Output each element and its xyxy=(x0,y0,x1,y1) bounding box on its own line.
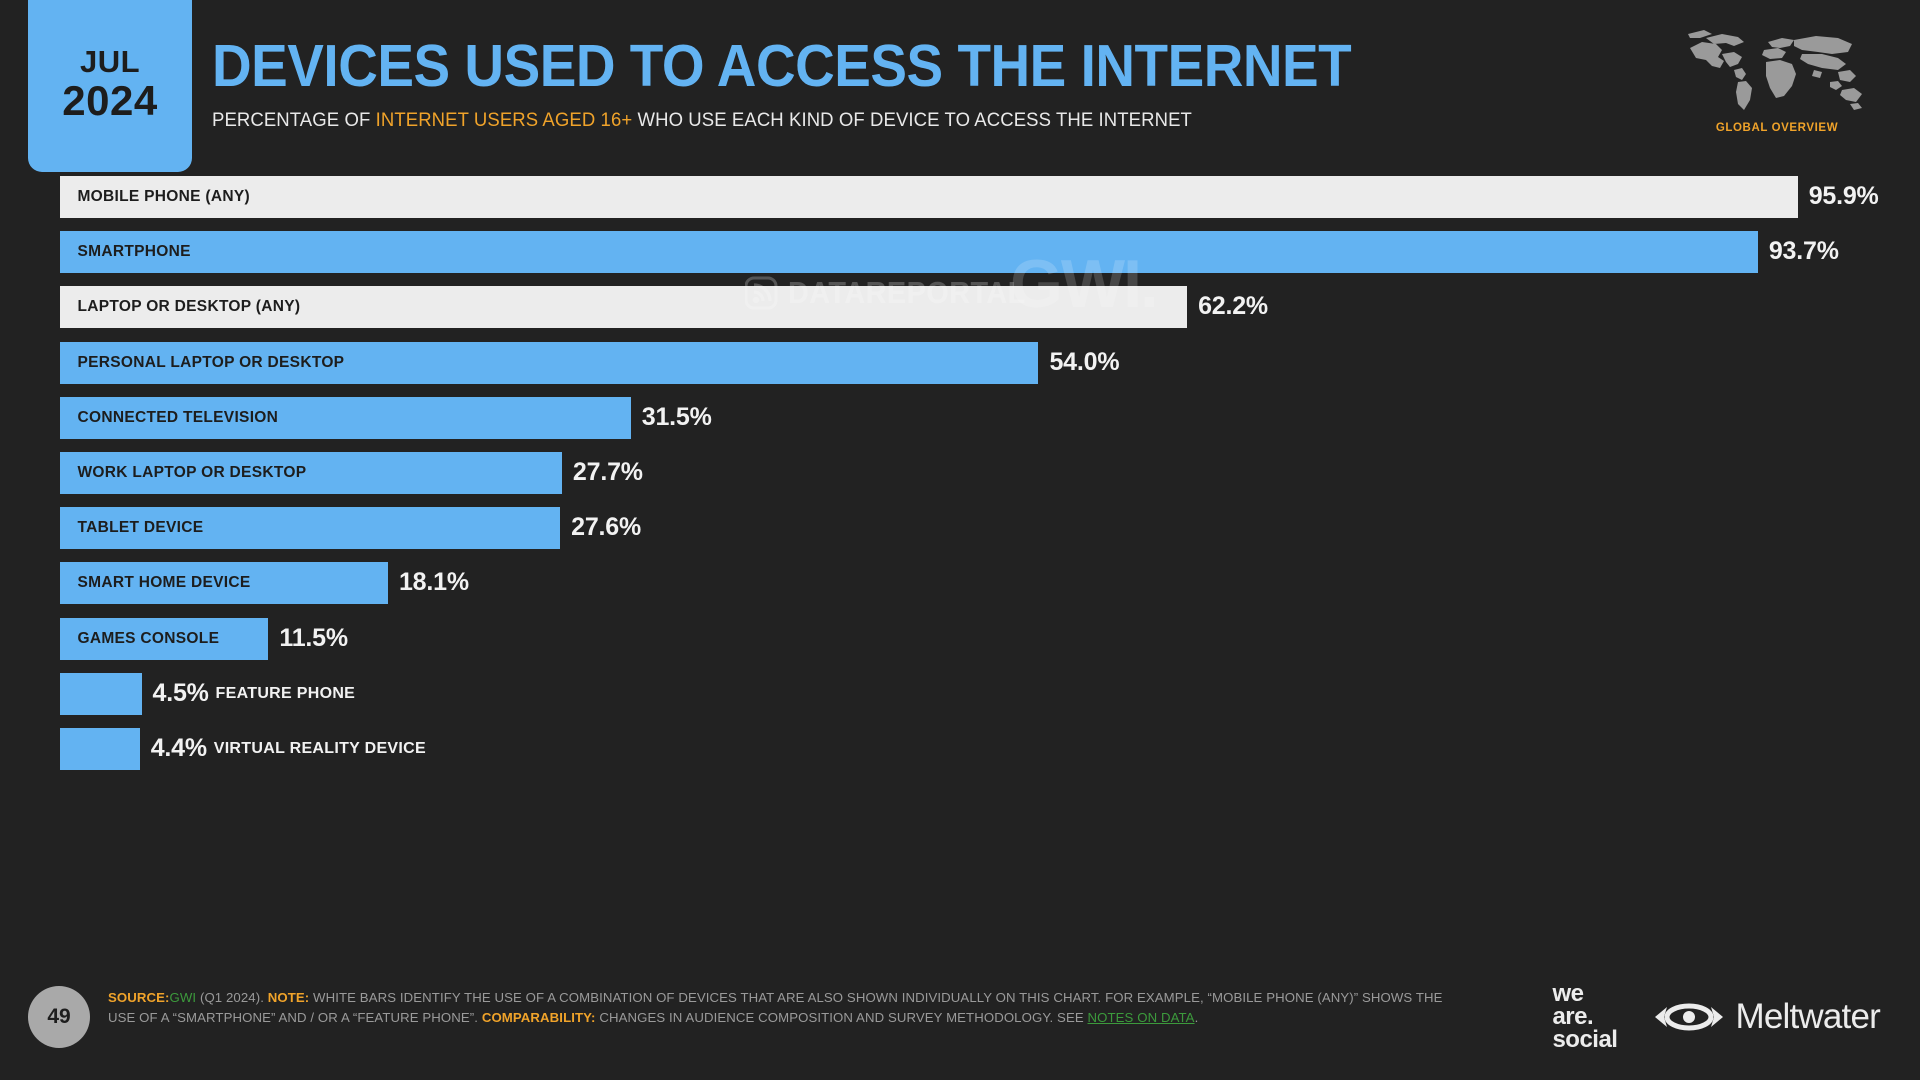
subtitle-pre: PERCENTAGE OF xyxy=(212,109,376,131)
bar-row: 4.4% VIRTUAL REALITY DEVICE xyxy=(60,728,1890,770)
page-title: DEVICES USED TO ACCESS THE INTERNET xyxy=(212,33,1352,99)
bar-value-label: 31.5% xyxy=(641,402,712,431)
was-line-2: are. xyxy=(1552,1003,1594,1030)
page-subtitle: PERCENTAGE OF INTERNET USERS AGED 16+ WH… xyxy=(212,109,1376,132)
bar-category-label: MOBILE PHONE (ANY) xyxy=(77,188,250,205)
bar-category-label: LAPTOP OR DESKTOP (ANY) xyxy=(77,298,301,316)
bar-row: GAMES CONSOLE 11.5% xyxy=(60,617,1890,660)
bar[interactable]: SMART HOME DEVICE xyxy=(60,562,388,605)
bar[interactable] xyxy=(60,672,142,715)
footer: 49 SOURCE:GWI (Q1 2024). NOTE: WHITE BAR… xyxy=(0,968,1920,1080)
bar[interactable]: GAMES CONSOLE xyxy=(60,617,269,660)
bar-value-label: 93.7% xyxy=(1768,237,1839,266)
bar-value-label: 4.4% xyxy=(150,733,207,762)
bar-category-label: VIRTUAL REALITY DEVICE xyxy=(213,740,426,757)
region-label: GLOBAL OVERVIEW xyxy=(1715,122,1839,134)
bar-category-label: TABLET DEVICE xyxy=(77,519,204,537)
page-number-badge: 49 xyxy=(28,986,90,1048)
bar-row: SMART HOME DEVICE 18.1% xyxy=(60,562,1890,605)
bar-value-label: 95.9% xyxy=(1808,181,1879,210)
bar-category-label: SMART HOME DEVICE xyxy=(77,574,251,592)
bar-value-label: 18.1% xyxy=(398,568,469,597)
note-label: NOTE: xyxy=(267,990,310,1005)
bar-category-label: PERSONAL LAPTOP OR DESKTOP xyxy=(77,353,345,371)
bar[interactable]: PERSONAL LAPTOP OR DESKTOP xyxy=(60,341,1039,384)
bar-row: WORK LAPTOP OR DESKTOP 27.7% xyxy=(60,452,1890,494)
title-block: DEVICES USED TO ACCESS THE INTERNET PERC… xyxy=(212,36,1437,132)
logos: we are. social Meltwater xyxy=(1552,980,1881,1053)
bar[interactable]: TABLET DEVICE xyxy=(60,507,561,550)
footnote-trailing: . xyxy=(1194,1010,1199,1025)
bar-category-label: FEATURE PHONE xyxy=(215,684,356,702)
bar-value-label: 4.5% xyxy=(152,678,209,707)
bar-category-label: CONNECTED TELEVISION xyxy=(77,408,279,426)
source-name[interactable]: GWI xyxy=(170,990,197,1005)
bar-value-label: 27.6% xyxy=(571,513,641,542)
bar[interactable]: WORK LAPTOP OR DESKTOP xyxy=(60,452,562,494)
source-detail: (Q1 2024). xyxy=(196,990,268,1005)
bar[interactable]: SMARTPHONE xyxy=(60,231,1758,274)
bar-category-label: SMARTPHONE xyxy=(77,243,191,261)
meltwater-eye-icon xyxy=(1655,1003,1724,1030)
world-map-icon xyxy=(1688,30,1862,110)
was-line-1: we xyxy=(1552,980,1584,1007)
header: JUL 2024 DEVICES USED TO ACCESS THE INTE… xyxy=(0,0,1920,176)
bar-row: TABLET DEVICE 27.6% xyxy=(60,507,1890,550)
subtitle-post: WHO USE EACH KIND OF DEVICE TO ACCESS TH… xyxy=(632,109,1192,131)
bar-row: CONNECTED TELEVISION 31.5% xyxy=(60,396,1890,439)
was-line-3: social xyxy=(1552,1026,1618,1053)
source-label: SOURCE: xyxy=(108,990,170,1005)
bar-row: SMARTPHONE 93.7% xyxy=(60,231,1890,274)
date-year: 2024 xyxy=(62,77,158,124)
bar[interactable]: MOBILE PHONE (ANY) xyxy=(60,176,1798,218)
bar-row: PERSONAL LAPTOP OR DESKTOP 54.0% xyxy=(60,341,1890,384)
date-badge: JUL 2024 xyxy=(28,0,192,172)
meltwater-logo: Meltwater xyxy=(1651,996,1881,1037)
subtitle-highlight: INTERNET USERS AGED 16+ xyxy=(375,109,633,131)
footnote: SOURCE:GWI (Q1 2024). NOTE: WHITE BARS I… xyxy=(108,988,1468,1028)
bar-value-label: 62.2% xyxy=(1198,292,1268,321)
bar-value-label: 11.5% xyxy=(279,623,348,652)
bar-chart: MOBILE PHONE (ANY) 95.9% SMARTPHONE 93.7% LA… xyxy=(0,176,1920,966)
we-are-social-logo: we are. social xyxy=(1552,980,1618,1053)
comparability-label: COMPARABILITY: xyxy=(481,1010,596,1025)
bar-row: MOBILE PHONE (ANY) 95.9% xyxy=(60,176,1890,218)
bar[interactable]: CONNECTED TELEVISION xyxy=(60,396,631,439)
bar-category-label: WORK LAPTOP OR DESKTOP xyxy=(77,464,307,481)
bar-value-label: 54.0% xyxy=(1049,347,1120,376)
notes-on-data-link[interactable]: NOTES ON DATA xyxy=(1088,1010,1195,1025)
bar-row: 4.5% FEATURE PHONE xyxy=(60,672,1890,715)
bar-category-label: GAMES CONSOLE xyxy=(77,629,220,647)
date-month: JUL xyxy=(79,44,141,79)
bar[interactable] xyxy=(60,728,140,770)
meltwater-wordmark: Meltwater xyxy=(1735,996,1880,1036)
bar-row: LAPTOP OR DESKTOP (ANY) 62.2% xyxy=(60,286,1890,329)
bar-value-label: 27.7% xyxy=(572,457,643,486)
region-block: GLOBAL OVERVIEW xyxy=(1682,24,1872,134)
comparability-text: CHANGES IN AUDIENCE COMPOSITION AND SURV… xyxy=(595,1010,1088,1025)
bar[interactable]: LAPTOP OR DESKTOP (ANY) xyxy=(60,286,1188,329)
